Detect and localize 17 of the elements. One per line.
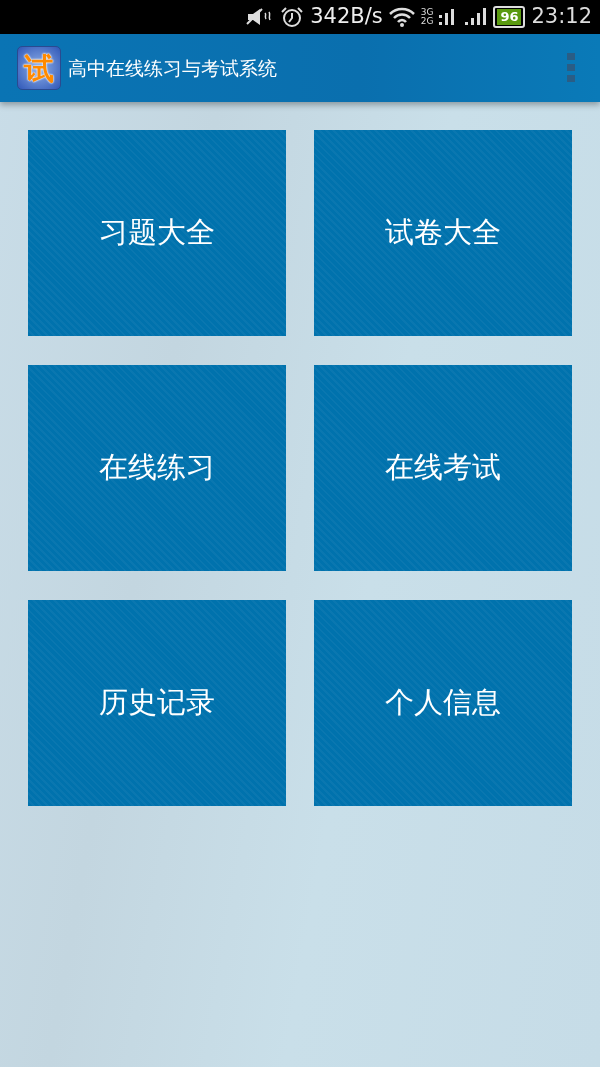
wifi-icon — [388, 7, 415, 27]
menu-tile[interactable]: 个人信息 — [314, 600, 572, 806]
app-logo: 试 — [17, 46, 61, 90]
menu-tile[interactable]: 在线练习 — [28, 365, 286, 571]
app-title: 高中在线练习与考试系统 — [68, 55, 277, 81]
menu-tile[interactable]: 在线考试 — [314, 365, 572, 571]
more-icon — [567, 53, 575, 83]
menu-tile[interactable]: 历史记录 — [28, 600, 286, 806]
menu-tile[interactable]: 习题大全 — [28, 130, 286, 336]
network-type-label: 3G — [420, 8, 434, 17]
battery-indicator: 96 — [493, 6, 526, 28]
clock-time: 23:12 — [531, 3, 592, 31]
alarm-icon — [280, 6, 305, 28]
network-type-label: 2G — [420, 17, 434, 26]
menu-tile[interactable]: 试卷大全 — [314, 130, 572, 336]
network-speed: 342B/s — [310, 3, 383, 31]
signal-icon — [465, 7, 488, 27]
